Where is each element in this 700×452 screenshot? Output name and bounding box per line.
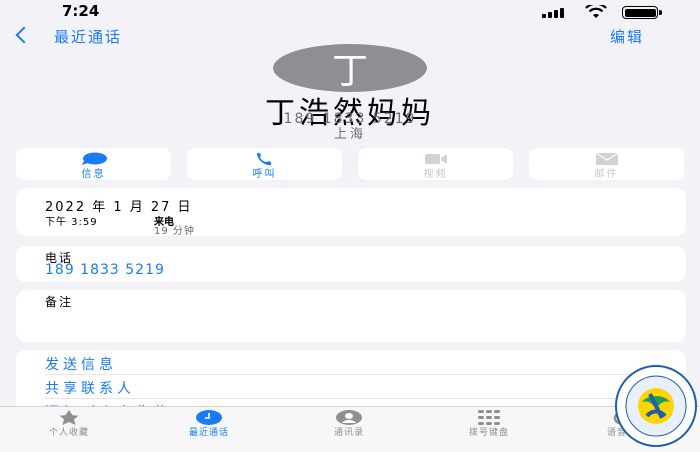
message-icon [81,152,107,165]
message-label: 信息 [81,169,106,180]
tab-keypad-label: 拨号键盘 [468,428,509,438]
mail-button[interactable]: 邮件 [529,148,684,180]
call-duration: 19 分钟 [154,226,195,237]
tab-favorites-label: 个人收藏 [48,428,89,438]
wifi-icon [585,5,607,18]
star-icon [59,410,79,425]
tab-contacts-label: 通讯录 [333,428,364,438]
tab-favorites[interactable]: 个人收藏 [14,407,124,452]
tab-bar: 个人收藏 最近通话 通讯录 拨号键盘 语音留言 [0,406,700,452]
divider [45,398,686,399]
phone-card: 电话 189 1833 5219 [16,246,686,282]
edit-button[interactable]: 编辑 [610,26,644,47]
avatar-initial: 丁 [331,51,368,92]
video-button[interactable]: 视频 [358,148,513,180]
back-chevron-icon[interactable] [15,26,33,44]
phone-icon [256,152,271,166]
status-bar: 7:24 [0,0,700,22]
cellular-signal-icon [542,8,564,18]
video-label: 视频 [423,169,448,180]
call-button[interactable]: 呼叫 [187,148,342,180]
divider [45,374,686,375]
tab-keypad[interactable]: 拨号键盘 [434,407,544,452]
status-time: 7:24 [62,2,100,20]
notes-label: 备注 [45,295,74,309]
keypad-icon [478,410,500,425]
notes-card[interactable]: 备注 [16,290,686,342]
action-row: 信息 呼叫 视频 邮件 [16,148,686,180]
clock-icon [196,410,222,425]
tab-recents[interactable]: 最近通话 [154,407,264,452]
battery-icon [622,6,662,19]
avatar: 丁 [273,44,427,92]
phone-number-link[interactable]: 189 1833 5219 [45,262,165,278]
share-contact-link[interactable]: 共享联系人 [45,378,135,398]
send-message-link[interactable]: 发送信息 [45,354,117,374]
tab-contacts[interactable]: 通讯录 [294,407,404,452]
contacts-icon [336,410,362,425]
school-logo-watermark [615,365,697,447]
tab-recents-label: 最近通话 [188,428,229,438]
video-icon [424,154,447,164]
mail-icon [595,152,618,165]
contact-location: 上海 [333,127,366,142]
message-button[interactable]: 信息 [16,148,171,180]
call-label: 呼叫 [252,169,277,180]
call-time: 下午 3:59 [45,217,98,228]
call-history-card: 2022 年 1 月 27 日 下午 3:59 来电 19 分钟 [16,188,686,237]
mail-label: 邮件 [594,169,619,180]
back-button[interactable]: 最近通话 [54,26,122,47]
